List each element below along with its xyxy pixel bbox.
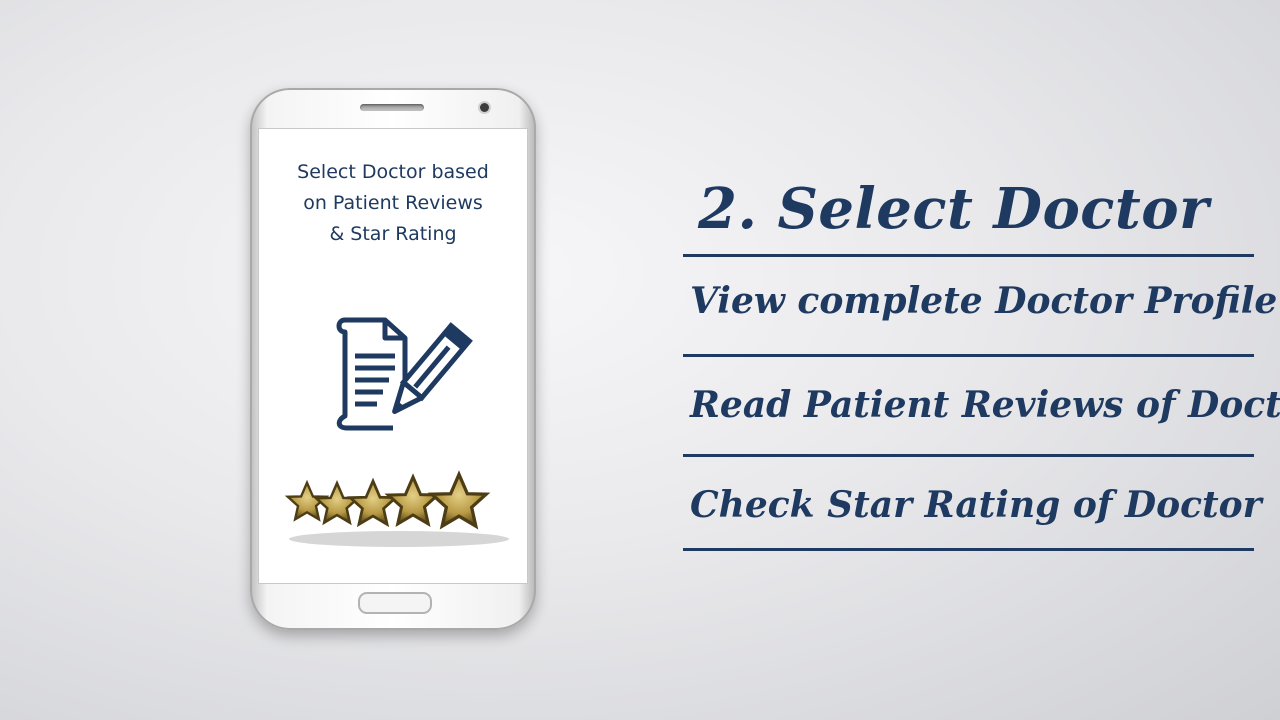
feature-view-profile: View complete Doctor Profile bbox=[690, 280, 1278, 322]
screen-title-line-3: & Star Rating bbox=[329, 223, 457, 245]
document-with-pencil-icon bbox=[336, 317, 473, 431]
screen-title-line-1: Select Doctor based bbox=[297, 161, 489, 183]
screen-title: Select Doctor based on Patient Reviews &… bbox=[259, 157, 527, 250]
star-3-icon bbox=[348, 479, 398, 526]
section-heading: 2. Select Doctor bbox=[698, 176, 1210, 242]
phone-speaker bbox=[360, 104, 424, 111]
feature-check-rating: Check Star Rating of Doctor bbox=[690, 484, 1262, 526]
star-2-icon bbox=[314, 481, 360, 524]
star-5-icon bbox=[430, 472, 488, 528]
screen-title-line-2: on Patient Reviews bbox=[303, 192, 483, 214]
phone-screen: Select Doctor based on Patient Reviews &… bbox=[258, 128, 528, 584]
smartphone: Select Doctor based on Patient Reviews &… bbox=[250, 88, 536, 630]
divider-3 bbox=[683, 454, 1254, 457]
star-rating bbox=[286, 472, 509, 547]
star-4-icon bbox=[386, 475, 440, 526]
divider-1 bbox=[683, 254, 1254, 257]
feature-read-reviews: Read Patient Reviews of Doctor bbox=[690, 384, 1280, 426]
divider-2 bbox=[683, 354, 1254, 357]
divider-4 bbox=[683, 548, 1254, 551]
home-button bbox=[358, 592, 432, 614]
phone-camera bbox=[480, 103, 489, 112]
